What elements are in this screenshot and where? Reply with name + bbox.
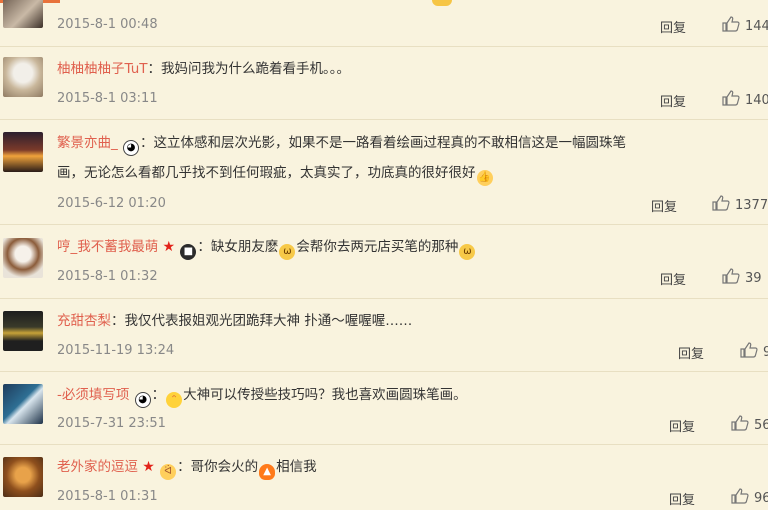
- comment-time: 2015-7-31 23:51: [57, 416, 166, 431]
- comment-time: 2015-8-1 00:48: [57, 17, 158, 32]
- like-count: 9: [763, 345, 768, 360]
- comment-text: 充甜杏梨：我仅代表报姐观光团跪拜大神 扑通～喔喔喔……: [57, 313, 413, 329]
- reply-button[interactable]: 回复: [660, 269, 686, 288]
- red-star-badge-icon: ★: [162, 239, 176, 255]
- like-count: 144: [745, 19, 768, 34]
- cat-emoji-icon: ω: [459, 244, 476, 260]
- thumbs-up-icon: [722, 16, 740, 32]
- reply-button[interactable]: 回复: [660, 17, 686, 36]
- like-count: 96: [754, 491, 768, 506]
- avatar[interactable]: [3, 457, 43, 497]
- reply-button[interactable]: 回复: [678, 343, 704, 362]
- username-link[interactable]: 老外家的逗逗: [57, 459, 138, 475]
- clapping-emoji-icon: ᐛ: [160, 464, 177, 480]
- like-button[interactable]: 1377: [712, 195, 768, 213]
- thumbs-up-icon: [731, 415, 749, 431]
- comment-text-line2: 画，无论怎么看都几乎找不到任何瑕疵，太真实了，功底真的很好很好 👍: [57, 164, 494, 186]
- comment-item: 繁景亦曲_ ◕ ：这立体感和层次光影，如果不是一路看着绘画过程真的不敢相信这是一幅…: [0, 120, 768, 224]
- reply-button[interactable]: 回复: [669, 489, 695, 508]
- comment-item: 柚柚柚柚子TuT：我妈问我为什么跪着看手机。。。 2015-8-1 03:11 …: [0, 47, 768, 119]
- avatar[interactable]: [3, 57, 43, 97]
- like-count: 140: [745, 93, 768, 108]
- comment-item: 充甜杏梨：我仅代表报姐观光团跪拜大神 扑通～喔喔喔…… 2015-11-19 1…: [0, 299, 768, 371]
- username-link[interactable]: -必须填写项: [57, 387, 129, 403]
- username-link[interactable]: 充甜杏梨: [57, 313, 111, 329]
- comment-text: 柚柚柚柚子TuT：我妈问我为什么跪着看手机。。。: [57, 61, 350, 77]
- avatar[interactable]: [3, 132, 43, 172]
- username-link[interactable]: 柚柚柚柚子TuT: [57, 61, 148, 77]
- thumbs-up-icon: [712, 195, 730, 211]
- like-button[interactable]: 144: [722, 16, 768, 34]
- comment-item: 老外家的逗逗 ★ ᐛ ：哥你会火的 ▲ 相信我 2015-8-1 01:31 回复 9…: [0, 445, 768, 510]
- like-count: 56: [754, 418, 768, 433]
- comment-item: -必须填写项 ◕： ᵔ 大神可以传授些技巧吗？我也喜欢画圆珠笔画。 2015-7-3…: [0, 372, 768, 444]
- sunglasses-emoji-icon: ■: [180, 244, 197, 260]
- comment-time: 2015-8-1 01:32: [57, 269, 158, 284]
- avatar[interactable]: [3, 311, 43, 351]
- blushing-emoji-icon: ᵔ: [166, 392, 183, 408]
- thumbs-up-emoji-icon: 👍: [476, 170, 493, 186]
- like-button[interactable]: 140: [722, 90, 768, 108]
- comment-text: 哼_我不蓄我最萌 ★ ■ ：缺女朋友麽 ω 会帮你去两元店买笔的那种 ω: [57, 238, 476, 260]
- comment-item: 2015-8-1 00:48 回复 144: [0, 0, 768, 45]
- username-link[interactable]: 哼_我不蓄我最萌: [57, 239, 158, 255]
- red-star-badge-icon: ★: [142, 459, 155, 475]
- reply-button[interactable]: 回复: [660, 91, 686, 110]
- like-count: 39: [745, 271, 762, 286]
- comment-time: 2015-8-1 01:31: [57, 489, 158, 504]
- avatar[interactable]: [3, 384, 43, 424]
- comment-item: 哼_我不蓄我最萌 ★ ■ ：缺女朋友麽 ω 会帮你去两元店买笔的那种 ω 2015-8-…: [0, 225, 768, 298]
- like-count: 1377: [735, 198, 768, 213]
- panda-emoji-icon: ◕: [134, 392, 151, 408]
- avatar[interactable]: [3, 238, 43, 278]
- like-button[interactable]: 9: [740, 342, 768, 360]
- like-button[interactable]: 39: [722, 268, 762, 286]
- comment-text: -必须填写项 ◕： ᵔ 大神可以传授些技巧吗？我也喜欢画圆珠笔画。: [57, 386, 467, 408]
- comment-time: 2015-8-1 03:11: [57, 91, 158, 106]
- avatar[interactable]: [3, 0, 43, 28]
- thumbs-up-icon: [722, 90, 740, 106]
- panda-emoji-icon: ◕: [123, 140, 140, 156]
- cat-emoji-icon: ω: [279, 244, 296, 260]
- username-link[interactable]: 繁景亦曲_: [57, 135, 118, 151]
- comment-time: 2015-11-19 13:24: [57, 343, 175, 358]
- reply-button[interactable]: 回复: [651, 196, 677, 215]
- like-button[interactable]: 96: [731, 488, 768, 506]
- thumbs-up-icon: [722, 268, 740, 284]
- comment-text: 老外家的逗逗 ★ ᐛ ：哥你会火的 ▲ 相信我: [57, 458, 317, 480]
- like-button[interactable]: 56: [731, 415, 768, 433]
- reply-button[interactable]: 回复: [669, 416, 695, 435]
- comment-time: 2015-6-12 01:20: [57, 196, 166, 211]
- fire-emoji-icon: ▲: [259, 464, 276, 480]
- thumbs-up-icon: [740, 342, 758, 358]
- thumbs-up-icon: [731, 488, 749, 504]
- comment-text: 繁景亦曲_ ◕ ：这立体感和层次光影，如果不是一路看着绘画过程真的不敢相信这是一幅…: [57, 134, 626, 156]
